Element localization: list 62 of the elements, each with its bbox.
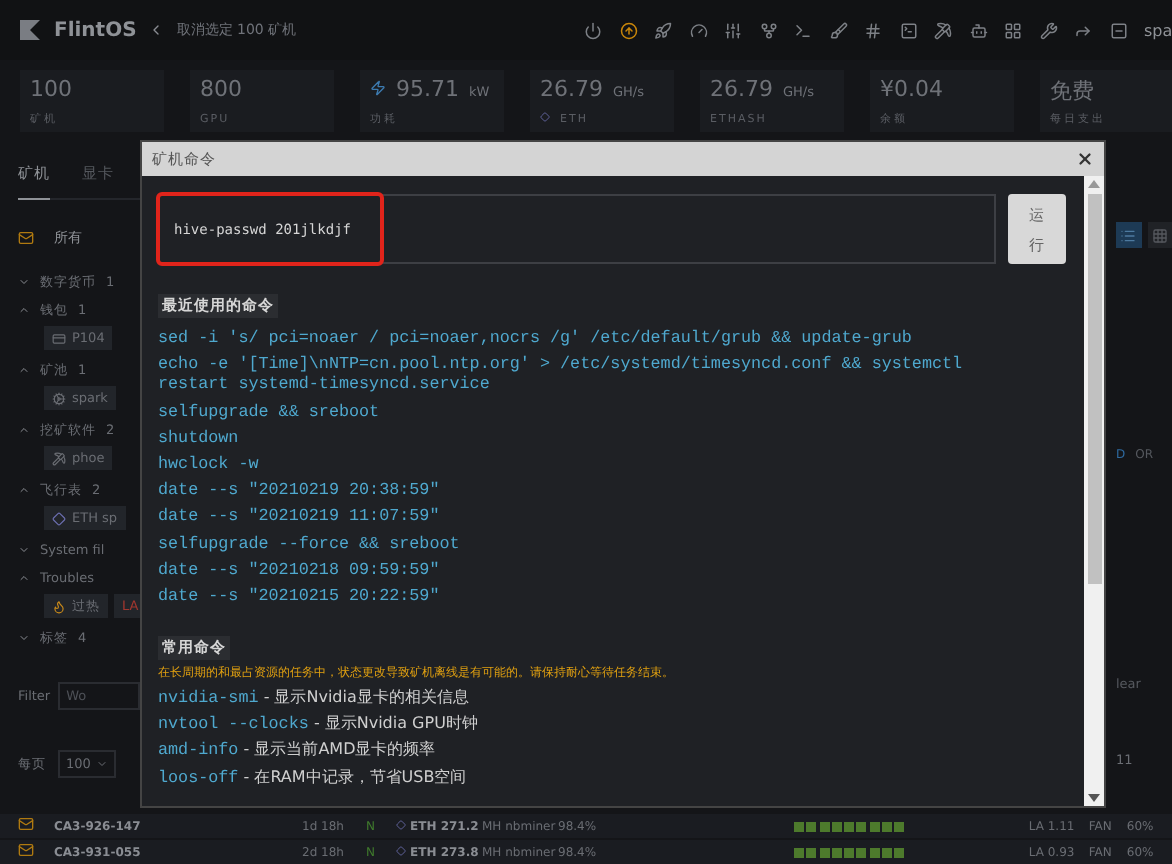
bolt-icon xyxy=(370,80,386,96)
diamond-icon xyxy=(52,511,66,525)
brand-name: FlintOS xyxy=(54,19,137,41)
share-icon[interactable] xyxy=(1074,21,1092,39)
grid-icon xyxy=(1151,227,1168,243)
view-toggle[interactable] xyxy=(1116,222,1141,248)
command-line[interactable]: date --s "20210218 09:59:59" xyxy=(158,559,1008,580)
pickaxe-icon xyxy=(52,451,66,465)
minus-square-icon[interactable] xyxy=(1109,21,1127,39)
robot-icon[interactable] xyxy=(969,21,987,39)
command-line[interactable]: selfupgrade && sreboot xyxy=(158,401,1008,422)
pickaxe-icon[interactable] xyxy=(934,21,952,39)
command-line[interactable]: selfupgrade --force && sreboot xyxy=(158,533,1008,553)
gpu-squares xyxy=(794,847,905,857)
grid-icon[interactable] xyxy=(1004,21,1022,39)
sliders-icon[interactable] xyxy=(724,21,742,39)
wrench-icon[interactable] xyxy=(1039,21,1057,39)
command-line[interactable]: nvidia-smi - 显示Nvidia显卡的相关信息 xyxy=(158,688,1008,709)
stat-value: 26.79 xyxy=(540,76,603,102)
close-button[interactable] xyxy=(1076,150,1094,168)
stat-value: 95.71 xyxy=(396,76,459,102)
console-icon[interactable] xyxy=(899,21,917,39)
list-icon xyxy=(1120,227,1137,243)
rocket-icon[interactable] xyxy=(654,21,672,39)
chevron-down-icon xyxy=(96,758,109,770)
command-line[interactable]: loos-off - 在RAM中记录，节省USB空间 xyxy=(158,767,1008,788)
command-line[interactable]: nvtool --clocks - 显示Nvidia GPU时钟 xyxy=(158,714,1008,735)
flame-icon xyxy=(52,599,66,613)
command-line[interactable]: date --s "20210219 11:07:59" xyxy=(158,506,1008,527)
scrollbar[interactable] xyxy=(1084,176,1104,806)
gpu-squares xyxy=(794,821,905,831)
stat-value: 100 xyxy=(30,76,72,102)
mail-icon[interactable] xyxy=(18,842,34,858)
command-line[interactable]: shutdown xyxy=(158,427,1008,448)
mail-icon[interactable] xyxy=(18,816,34,832)
stat-value: 800 xyxy=(200,76,242,102)
stat-value: 26.79 xyxy=(710,76,773,102)
power-icon[interactable] xyxy=(584,21,602,39)
command-line[interactable]: hwclock -w xyxy=(158,453,1008,474)
command-line[interactable]: date --s "20210215 20:22:59" xyxy=(158,585,1008,606)
brush-icon[interactable] xyxy=(829,21,847,39)
gear-icon xyxy=(52,391,66,405)
diamond-icon xyxy=(540,112,550,122)
stat-value: ¥0.04 xyxy=(880,76,943,102)
command-line[interactable]: sed -i 's/ pci=noaer / pci=noaer,nocrs /g' /etc/default/grub && update-grub xyxy=(158,328,1008,349)
command-line[interactable]: date --s "20210219 20:38:59" xyxy=(158,480,1008,501)
view-toggle[interactable] xyxy=(1147,222,1172,248)
gauge-icon[interactable] xyxy=(689,21,707,39)
fork-icon[interactable] xyxy=(759,21,777,39)
hash-icon[interactable] xyxy=(864,21,882,39)
stat-value: 免费 xyxy=(1050,76,1094,106)
command-line[interactable]: amd-info - 显示当前AMD显卡的频率 xyxy=(158,740,1008,761)
user-name[interactable]: spa xyxy=(1144,21,1172,39)
terminal-icon[interactable] xyxy=(794,21,812,39)
scroll-down-icon[interactable] xyxy=(1088,794,1100,802)
command-line[interactable]: echo -e '[Time]\nNTP=cn.pool.ntp.org' > /etc/systemd/timesyncd.conf && systemctl restart systemd-timesyncd.service xyxy=(158,354,1008,395)
logo-icon xyxy=(18,18,42,42)
diamond-icon xyxy=(396,845,406,855)
upload-icon[interactable] xyxy=(619,21,637,39)
card-icon xyxy=(52,331,66,345)
diamond-icon xyxy=(396,819,406,829)
mail-icon[interactable] xyxy=(18,230,34,246)
